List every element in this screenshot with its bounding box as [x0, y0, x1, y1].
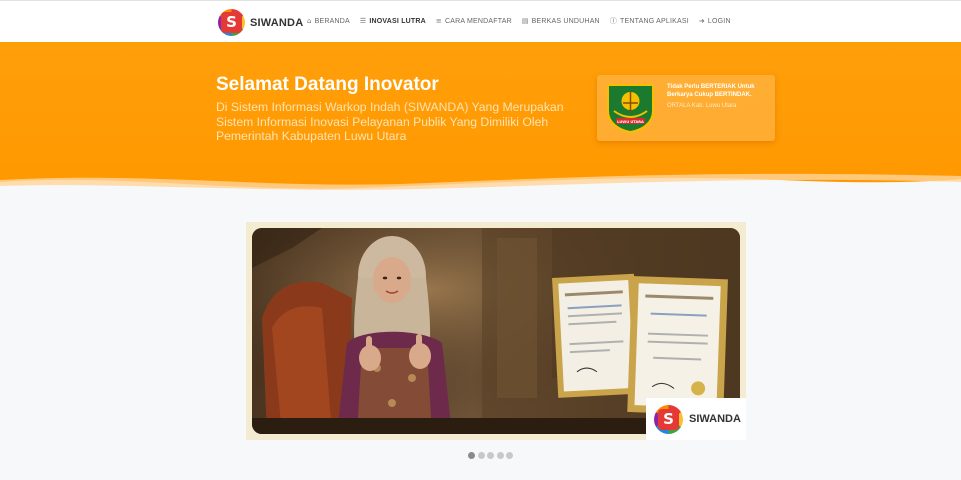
slider-dots [468, 452, 516, 459]
brand-link[interactable]: S SIWANDA [218, 9, 303, 36]
nav-item-tentang-aplikasi[interactable]: ⓘ TENTANG APLIKASI [610, 16, 689, 26]
nav-item-beranda[interactable]: ⌂ BERANDA [307, 17, 350, 25]
siwanda-logo-icon: S [218, 9, 245, 36]
slider-dot-5[interactable] [506, 452, 513, 459]
login-icon: ➜ [698, 17, 705, 25]
nav-item-label: INOVASI LUTRA [369, 17, 426, 25]
list-icon: ☰ [359, 17, 367, 25]
hero-banner: Selamat Datang Inovator Di Sistem Inform… [0, 42, 961, 192]
slider-dot-3[interactable] [487, 452, 494, 459]
home-icon: ⌂ [307, 17, 312, 25]
slider-dot-1[interactable] [468, 452, 475, 459]
luwu-utara-emblem-icon: LUWU UTARA [607, 84, 654, 134]
nav-item-cara-mendaftar[interactable]: ≡ CARA MENDAFTAR [436, 17, 512, 25]
nav-item-label: TENTANG APLIKASI [620, 17, 689, 25]
file-icon: ▤ [521, 17, 529, 25]
quote-text: Tidak Perlu BERTERIAK Untuk Berkarya Cuk… [667, 84, 755, 98]
nav-item-label: LOGIN [707, 17, 731, 25]
nav-item-label: BERKAS UNDUHAN [531, 17, 600, 25]
slider-dot-2[interactable] [477, 452, 485, 459]
hero-title: Selamat Datang Inovator [216, 74, 439, 95]
quote-card: LUWU UTARA Tidak Perlu BERTERIAK Untuk B… [597, 75, 775, 141]
slide-siwanda-badge: S SIWANDA [646, 398, 746, 440]
badge-name: SIWANDA [689, 413, 741, 425]
hero-subtitle: Di Sistem Informasi Warkop Indah (SIWAND… [216, 100, 564, 143]
info-icon: ⓘ [609, 17, 618, 25]
main-nav: ⌂ BERANDA ☰ INOVASI LUTRA ≡ CARA MENDAFTAR ▤ BE… [307, 16, 741, 26]
top-navbar: S SIWANDA ⌂ BERANDA ☰ INOVASI LUTRA ≡ CARA ME… [0, 0, 961, 42]
brand-name: SIWANDA [250, 16, 304, 29]
nav-item-label: CARA MENDAFTAR [445, 17, 512, 25]
bars-icon: ≡ [435, 17, 442, 25]
nav-item-login[interactable]: ➜ LOGIN [699, 17, 731, 25]
nav-item-label: BERANDA [314, 17, 350, 25]
emblem-caption: LUWU UTARA [617, 120, 644, 124]
slider-dot-4[interactable] [496, 452, 504, 459]
nav-item-inovasi-lutra[interactable]: ☰ INOVASI LUTRA [360, 17, 426, 25]
quote-signature: ORTALA Kab. Luwu Utara [667, 103, 737, 109]
nav-item-berkas-unduhan[interactable]: ▤ BERKAS UNDUHAN [522, 17, 600, 25]
siwanda-badge-logo-icon: S [654, 404, 683, 434]
